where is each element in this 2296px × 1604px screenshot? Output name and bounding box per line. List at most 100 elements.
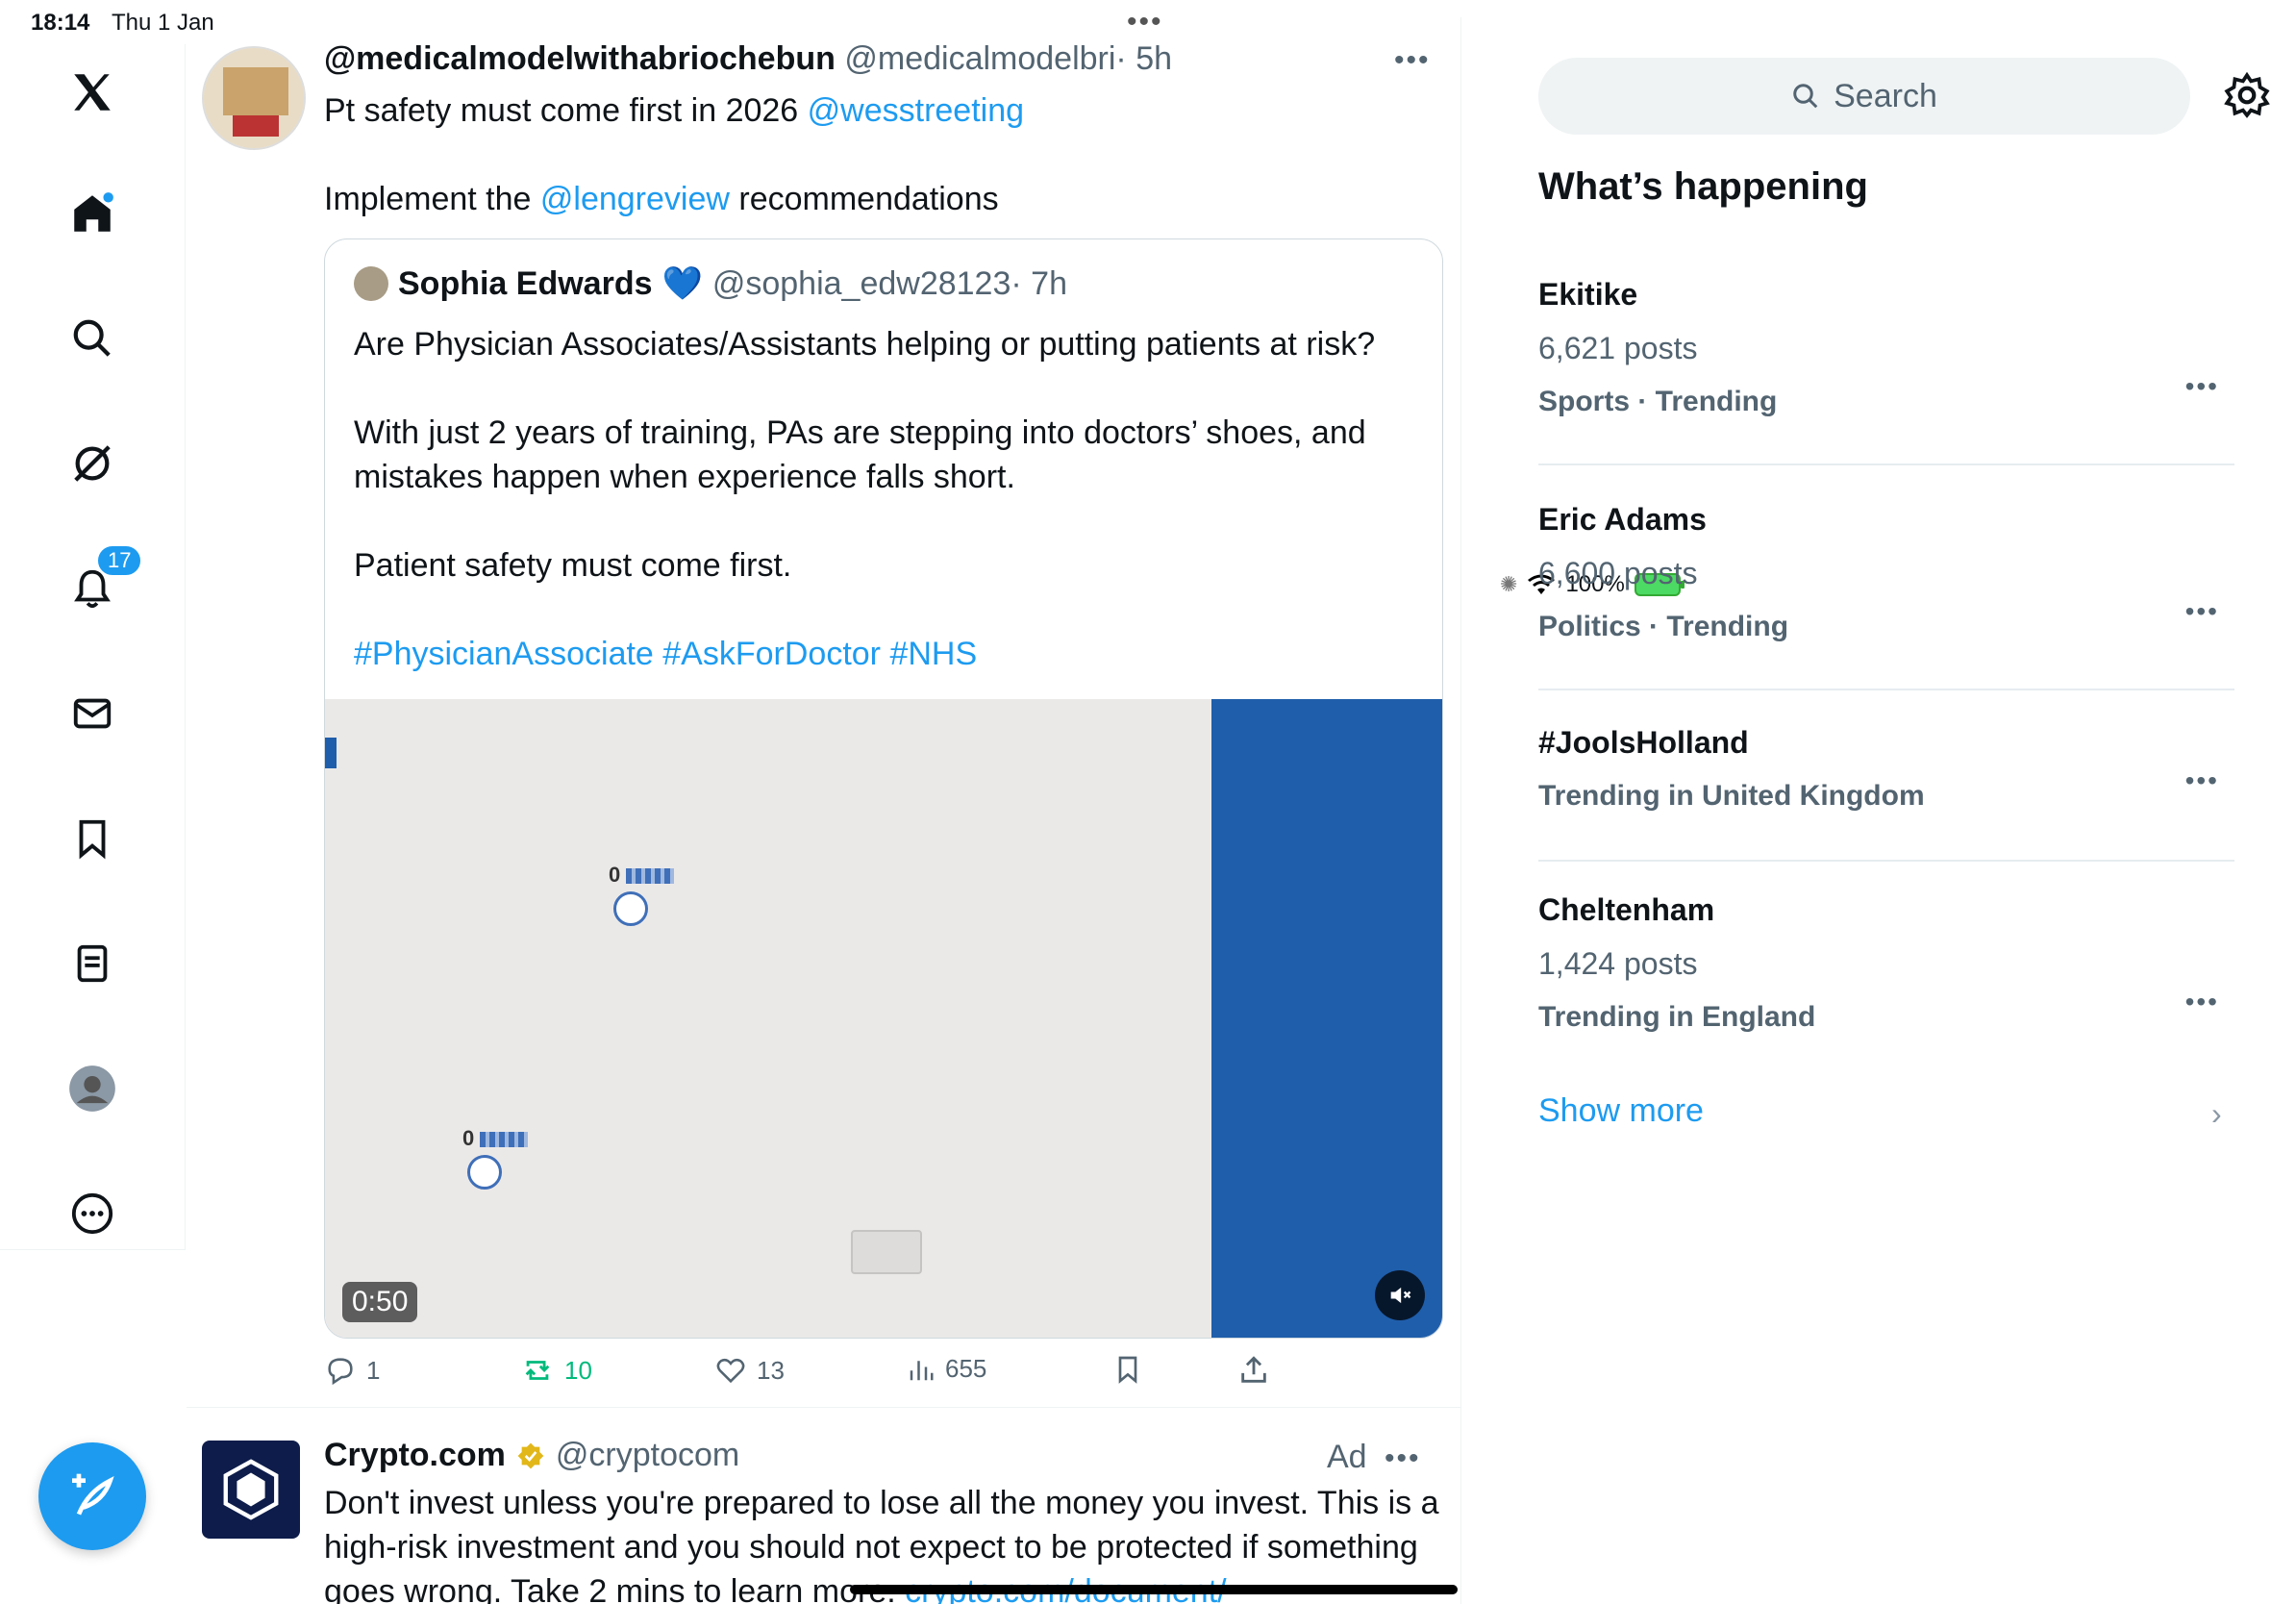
- trend-meta: Trending in United Kingdom: [1538, 780, 1925, 812]
- tweet-actions: 1 10 13 655: [324, 1344, 1443, 1402]
- chevron-right-icon: ›: [2211, 1096, 2222, 1131]
- section-title: What’s happening: [1538, 165, 1868, 208]
- ad-author-handle[interactable]: @cryptocom: [556, 1437, 739, 1474]
- cryptocom-logo[interactable]: [202, 1441, 300, 1539]
- profile-avatar-icon[interactable]: [63, 1060, 121, 1117]
- left-nav: 17: [0, 44, 186, 1250]
- repost-icon: [525, 1361, 550, 1380]
- map-pin-label: 0: [609, 863, 675, 888]
- tweet-author-name[interactable]: @medicalmodelwithabriochebun: [324, 40, 836, 77]
- video-placeholder-box: [851, 1230, 922, 1274]
- ad-label: Ad: [1327, 1439, 1367, 1475]
- quoted-tweet-text: Are Physician Associates/Assistants help…: [354, 322, 1421, 720]
- tweet-author-handle[interactable]: @medicalmodelbri: [844, 40, 1115, 77]
- video-duration: 0:50: [342, 1282, 418, 1322]
- home-icon[interactable]: [63, 185, 121, 242]
- quoted-para: Are Physician Associates/Assistants help…: [354, 326, 1376, 363]
- mention-link[interactable]: @wesstreeting: [808, 92, 1024, 129]
- quoted-tweet-time: · 7h: [1011, 264, 1067, 302]
- video-blue-panel: [1211, 699, 1442, 1338]
- settings-gear-icon[interactable]: [2223, 71, 2271, 119]
- trend-posts: 1,424 posts: [1538, 946, 1698, 981]
- more-icon[interactable]: [63, 1185, 121, 1242]
- medical-pin-icon: [613, 891, 648, 926]
- tweet[interactable]: @medicalmodelwithabriochebun @medicalmod…: [187, 17, 1460, 1408]
- notifications-badge: 17: [96, 544, 143, 577]
- repost-button[interactable]: 10: [520, 1354, 592, 1387]
- grok-icon[interactable]: [63, 435, 121, 492]
- person-pin-icon: [467, 1155, 502, 1190]
- compose-button[interactable]: [38, 1442, 146, 1550]
- trend-item[interactable]: #JoolsHolland Trending in United Kingdom…: [1538, 723, 2234, 862]
- tweet-time[interactable]: · 5h: [1115, 40, 1172, 77]
- mention-link[interactable]: @lengreview: [540, 181, 730, 217]
- trend-item[interactable]: Eric Adams 6,600 posts Politics · Trendi…: [1538, 500, 2234, 690]
- repost-count: 10: [564, 1355, 592, 1385]
- reply-icon: [328, 1358, 353, 1386]
- quoted-author-handle: @sophia_edw28123: [711, 264, 1011, 302]
- search-icon: [1793, 84, 1818, 109]
- search-placeholder: Search: [1834, 77, 1937, 114]
- share-button[interactable]: [1237, 1354, 1270, 1387]
- trend-name: #JoolsHolland: [1538, 725, 1749, 760]
- quoted-author-avatar: [354, 266, 388, 301]
- trend-more-icon[interactable]: •••: [2185, 765, 2219, 796]
- x-logo-icon[interactable]: [63, 63, 121, 121]
- trend-meta: Sports · Trending: [1538, 386, 1778, 417]
- quoted-para: Patient safety must come first.: [354, 547, 792, 584]
- search-bar[interactable]: Search: [1538, 58, 2190, 135]
- ad-more-icon[interactable]: •••: [1385, 1442, 1421, 1475]
- compose-feather-icon: [72, 1473, 114, 1516]
- tweet-author-avatar[interactable]: [202, 46, 306, 150]
- map-pin-label: 0: [462, 1126, 529, 1151]
- ad-header: Crypto.com @cryptocom: [324, 1437, 739, 1474]
- messages-icon[interactable]: [63, 685, 121, 742]
- bookmark-icon: [1118, 1356, 1137, 1384]
- heart-icon: [716, 1358, 745, 1384]
- trend-more-icon[interactable]: •••: [2185, 371, 2219, 402]
- lists-icon[interactable]: [63, 935, 121, 992]
- quoted-author-name: Sophia Edwards: [398, 264, 653, 302]
- trend-more-icon[interactable]: •••: [2185, 987, 2219, 1017]
- search-icon[interactable]: [63, 310, 121, 367]
- like-button[interactable]: 13: [714, 1354, 785, 1387]
- video-edge-marker: [325, 738, 337, 768]
- verified-gold-icon: [517, 1442, 544, 1468]
- trend-name: Cheltenham: [1538, 892, 1715, 927]
- tweet-text: Pt safety must come first in 2026 @wesst…: [324, 88, 1430, 221]
- trend-posts: 6,621 posts: [1538, 331, 1698, 365]
- home-indicator[interactable]: [850, 1585, 1458, 1594]
- quoted-para: With just 2 years of training, PAs are s…: [354, 414, 1366, 495]
- share-icon: [1241, 1356, 1266, 1383]
- trend-name: Eric Adams: [1538, 502, 1707, 537]
- reply-button[interactable]: 1: [324, 1354, 380, 1387]
- trend-item[interactable]: Ekitike 6,621 posts Sports · Trending ••…: [1538, 275, 2234, 465]
- status-time: 18:14: [31, 10, 90, 36]
- bookmarks-icon[interactable]: [63, 810, 121, 867]
- tweet-text-line2: Implement the: [324, 181, 540, 217]
- show-more-link[interactable]: Show more: [1538, 1092, 1704, 1130]
- tweet-text-line1: Pt safety must come first in 2026: [324, 92, 808, 129]
- timeline[interactable]: @medicalmodelwithabriochebun @medicalmod…: [187, 17, 1461, 1604]
- speaker-muted-icon: [1390, 1287, 1411, 1304]
- trend-item[interactable]: Cheltenham 1,424 posts Trending in Engla…: [1538, 890, 2234, 1044]
- views-count: 655: [945, 1354, 987, 1383]
- mute-button[interactable]: [1375, 1270, 1425, 1320]
- trend-posts: 6,600 posts: [1538, 556, 1698, 590]
- trend-more-icon[interactable]: •••: [2185, 596, 2219, 627]
- video-player[interactable]: 0 0 0:50: [325, 699, 1442, 1338]
- quoted-tweet-header: Sophia Edwards 💙 @sophia_edw28123· 7h: [354, 264, 1067, 303]
- trend-meta: Politics · Trending: [1538, 611, 1789, 642]
- tweet-text-line2-end: recommendations: [729, 181, 999, 217]
- ad-author-name[interactable]: Crypto.com: [324, 1437, 506, 1474]
- reply-count: 1: [366, 1355, 381, 1385]
- blue-heart-emoji: 💙: [661, 265, 703, 302]
- bookmark-button[interactable]: [1112, 1354, 1143, 1385]
- views-button[interactable]: 655: [907, 1354, 986, 1384]
- trend-name: Ekitike: [1538, 277, 1638, 312]
- trend-meta: Trending in England: [1538, 1001, 1816, 1033]
- hashtags[interactable]: #PhysicianAssociate #AskForDoctor #NHS: [354, 632, 1421, 676]
- ad-tweet[interactable]: Crypto.com @cryptocom Ad ••• Don't inves…: [187, 1410, 1460, 1604]
- quoted-tweet[interactable]: Sophia Edwards 💙 @sophia_edw28123· 7h Ar…: [324, 238, 1443, 1339]
- tweet-more-icon[interactable]: •••: [1394, 44, 1431, 77]
